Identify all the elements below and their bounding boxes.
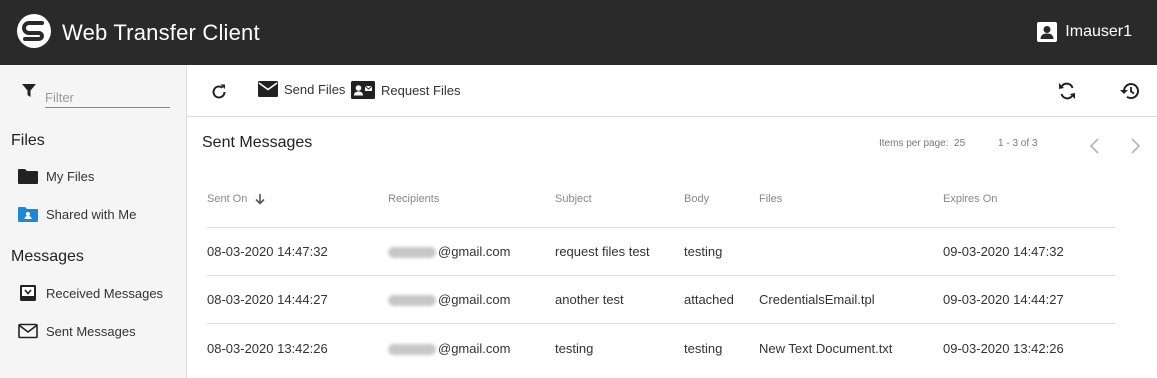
mail-outline-icon [18,323,38,339]
messages-heading: Messages [11,248,84,265]
shared-folder-icon [18,207,38,222]
cell-sent-on: 08-03-2020 14:44:27 [207,292,328,307]
cell-body: attached [684,292,734,307]
cell-recipient: @gmail.com [388,341,510,356]
items-per-page[interactable]: Items per page: 25 [879,138,965,149]
redacted-email [388,295,436,307]
app-logo-icon [17,14,51,48]
cell-files: CredentialsEmail.tpl [759,292,875,307]
column-header-expires-on[interactable]: Expires On [943,193,997,205]
cell-expires-on: 09-03-2020 14:47:32 [943,244,1064,259]
cell-recipient: @gmail.com [388,292,510,307]
sidebar-item-sent-messages[interactable]: Sent Messages [18,323,136,339]
table-row[interactable]: 08-03-2020 13:42:26 @gmail.com testing t… [207,323,1116,371]
sync-icon[interactable] [1057,81,1077,101]
page-title: Sent Messages [202,134,313,151]
folder-icon [18,169,38,184]
chevron-right-icon[interactable] [1128,137,1142,155]
sidebar-item-label: Shared with Me [46,206,137,222]
cell-subject: request files test [555,244,650,259]
sidebar: Files My Files Shared with Me Messages R… [0,65,187,378]
cell-sent-on: 08-03-2020 14:47:32 [207,244,328,259]
items-per-page-value[interactable]: 25 [954,138,965,149]
cell-recipient: @gmail.com [388,244,510,259]
cell-expires-on: 09-03-2020 13:42:26 [943,341,1064,356]
column-header-label: Sent On [207,193,248,205]
column-header-recipients[interactable]: Recipients [388,193,439,205]
table-row[interactable]: 08-03-2020 14:47:32 @gmail.com request f… [207,227,1116,275]
items-per-page-label: Items per page: [879,138,949,149]
filter-icon [22,84,36,97]
request-files-button[interactable]: Request Files [351,81,460,99]
username: Imauser1 [1065,23,1132,40]
column-header-subject[interactable]: Subject [555,193,592,205]
sidebar-item-label: Sent Messages [46,323,136,339]
send-files-label: Send Files [284,81,346,97]
files-heading: Files [11,132,45,149]
table-row[interactable]: 08-03-2020 14:44:27 @gmail.com another t… [207,275,1116,323]
redacted-email [388,344,436,356]
sidebar-item-received-messages[interactable]: Received Messages [18,285,163,301]
inbox-icon [20,285,36,301]
pagination-range: 1 - 3 of 3 [998,138,1038,149]
cell-expires-on: 09-03-2020 14:44:27 [943,292,1064,307]
column-header-sent-on[interactable]: Sent On [207,193,266,205]
sidebar-item-label: Received Messages [46,285,164,301]
chevron-left-icon[interactable] [1088,137,1102,155]
user-account-icon [1037,22,1058,42]
column-header-files[interactable]: Files [759,193,782,205]
cell-subject: another test [555,292,624,307]
column-header-body[interactable]: Body [684,193,709,205]
cell-subject: testing [555,341,594,356]
cell-body: testing [684,341,723,356]
app-bar: Web Transfer Client Imauser1 [0,0,1157,65]
user-menu[interactable]: Imauser1 [1037,22,1132,42]
toolbar: Send Files Request Files [187,65,1157,117]
cell-sent-on: 08-03-2020 13:42:26 [207,341,328,356]
contact-card-icon [351,81,375,99]
history-icon[interactable] [1119,81,1141,101]
arrow-down-icon [255,194,265,205]
sidebar-item-label: My Files [46,168,95,184]
app-title: Web Transfer Client [62,20,260,45]
filter-input[interactable] [45,82,170,108]
redacted-email [388,247,436,259]
mail-icon [258,81,278,97]
request-files-label: Request Files [381,82,461,98]
cell-files: New Text Document.txt [759,341,893,356]
send-files-button[interactable]: Send Files [258,81,345,97]
cell-body: testing [684,244,723,259]
refresh-icon[interactable] [210,83,228,101]
sidebar-item-shared-with-me[interactable]: Shared with Me [18,206,136,222]
sidebar-item-my-files[interactable]: My Files [18,168,94,184]
